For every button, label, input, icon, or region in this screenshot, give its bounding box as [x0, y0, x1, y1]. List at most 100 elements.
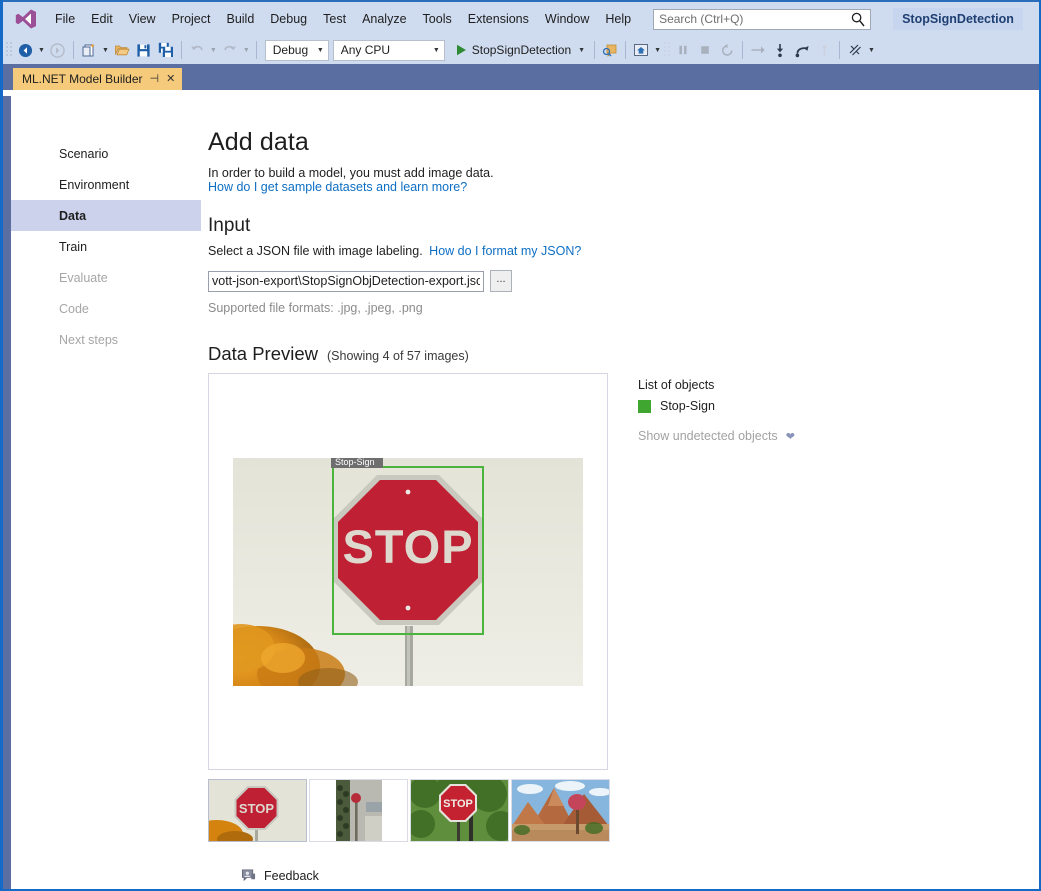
objects-heading: List of objects: [638, 378, 795, 392]
chevron-down-icon: ▼: [433, 47, 440, 54]
step-over-icon[interactable]: [747, 39, 769, 61]
data-preview-header: Data Preview (Showing 4 of 57 images): [208, 343, 1039, 365]
live-share-icon[interactable]: [599, 39, 621, 61]
thumbnail-stop-sign-canyon[interactable]: [511, 779, 610, 842]
thumbnail-strip: STOP: [208, 779, 1039, 842]
menu-tools[interactable]: Tools: [415, 8, 460, 30]
menu-test[interactable]: Test: [315, 8, 354, 30]
toolbar-separator: [256, 41, 257, 59]
object-color-swatch: [638, 400, 651, 413]
sidebar-item-data[interactable]: Data: [11, 200, 201, 231]
page-description: In order to build a model, you must add …: [208, 166, 1039, 180]
menu-analyze[interactable]: Analyze: [354, 8, 414, 30]
svg-text:Stop-Sign: Stop-Sign: [335, 458, 375, 467]
sidebar-item-scenario[interactable]: Scenario: [11, 138, 201, 169]
feedback-icon: [241, 868, 256, 883]
run-dropdown-caret[interactable]: ▼: [578, 47, 585, 54]
sidebar-item-code: Code: [11, 293, 201, 324]
toolbar-separator: [625, 41, 626, 59]
thumbnail-stop-sign-street[interactable]: [309, 779, 408, 842]
navigate-back-icon[interactable]: [14, 39, 36, 61]
tab-ml-net-model-builder[interactable]: ML.NET Model Builder ⊣ ✕: [13, 68, 182, 90]
json-format-link[interactable]: How do I format my JSON?: [429, 244, 581, 258]
input-section-heading: Input: [208, 215, 1039, 237]
svg-text:STOP: STOP: [239, 801, 274, 816]
step-up-icon[interactable]: [813, 39, 835, 61]
search-input[interactable]: [654, 12, 844, 26]
menu-project[interactable]: Project: [164, 8, 219, 30]
new-project-icon[interactable]: [78, 39, 100, 61]
platform-dropdown[interactable]: Any CPU ▼: [333, 40, 445, 61]
preview-area: STOP Stop-Sign Stop-Sign List of objects: [208, 373, 1039, 770]
input-description: Select a JSON file with image labeling.: [208, 244, 423, 258]
redo-icon[interactable]: [219, 39, 241, 61]
menu-help[interactable]: Help: [597, 8, 639, 30]
preview-image: STOP Stop-Sign Stop-Sign: [233, 458, 583, 686]
visual-studio-logo: [11, 7, 41, 31]
menu-view[interactable]: View: [121, 8, 164, 30]
close-icon[interactable]: ✕: [166, 74, 175, 85]
sidebar-item-train[interactable]: Train: [11, 231, 201, 262]
new-project-dropdown-caret[interactable]: ▼: [102, 47, 109, 54]
sidebar-item-next-steps: Next steps: [11, 324, 201, 355]
tab-label: ML.NET Model Builder: [22, 72, 143, 86]
file-path-row: ...: [208, 270, 1039, 292]
object-list-item[interactable]: Stop-Sign: [638, 399, 795, 413]
start-debugging-button[interactable]: StopSignDetection ▼: [453, 41, 590, 59]
hot-reload-icon[interactable]: [844, 39, 866, 61]
select-element-icon[interactable]: [630, 39, 652, 61]
open-folder-icon[interactable]: [111, 39, 133, 61]
toolbar-grip[interactable]: [663, 41, 672, 59]
page-title: Add data: [208, 128, 1039, 157]
sidebar-item-environment[interactable]: Environment: [11, 169, 201, 200]
toolbar-grip[interactable]: [5, 41, 14, 59]
navigate-forward-icon[interactable]: [47, 39, 69, 61]
pause-icon[interactable]: [672, 39, 694, 61]
search-box[interactable]: [653, 9, 871, 30]
visual-studio-window: File Edit View Project Build Debug Test …: [0, 0, 1041, 891]
save-all-icon[interactable]: [155, 39, 177, 61]
menu-window[interactable]: Window: [537, 8, 597, 30]
menu-debug[interactable]: Debug: [262, 8, 315, 30]
pin-icon[interactable]: ⊣: [150, 74, 160, 85]
chevron-down-icon: ▼: [317, 47, 324, 54]
run-target-label: StopSignDetection: [472, 43, 571, 57]
undo-dropdown-caret[interactable]: ▼: [210, 47, 217, 54]
standard-toolbar: ▼ ▼: [3, 36, 1039, 64]
browse-button[interactable]: ...: [490, 270, 512, 292]
feedback-button[interactable]: Feedback: [241, 868, 319, 883]
menu-edit[interactable]: Edit: [83, 8, 121, 30]
configuration-value: Debug: [273, 43, 308, 57]
sample-datasets-link[interactable]: How do I get sample datasets and learn m…: [208, 180, 1039, 194]
step-navigation-sidebar: Scenario Environment Data Train Evaluate…: [11, 96, 201, 889]
undo-icon[interactable]: [186, 39, 208, 61]
step-into-icon[interactable]: [769, 39, 791, 61]
json-path-input[interactable]: [208, 271, 484, 292]
step-out-icon[interactable]: [791, 39, 813, 61]
save-icon[interactable]: [133, 39, 155, 61]
platform-value: Any CPU: [341, 43, 390, 57]
show-undetected-objects-toggle[interactable]: Show undetected objects ❤: [638, 429, 795, 443]
menu-bar: File Edit View Project Build Debug Test …: [3, 0, 1039, 36]
preview-dropdown-caret[interactable]: ▼: [654, 47, 661, 54]
add-data-panel: Add data In order to build a model, you …: [201, 96, 1039, 889]
configuration-dropdown[interactable]: Debug ▼: [265, 40, 329, 61]
thumbnail-stop-sign-trees[interactable]: STOP: [410, 779, 509, 842]
data-preview-count: (Showing 4 of 57 images): [327, 349, 469, 363]
supported-formats-hint: Supported file formats: .jpg, .jpeg, .pn…: [208, 301, 1039, 315]
restart-icon[interactable]: [716, 39, 738, 61]
project-name-badge[interactable]: StopSignDetection: [893, 8, 1023, 30]
menu-build[interactable]: Build: [218, 8, 262, 30]
menu-file[interactable]: File: [47, 8, 83, 30]
svg-text:STOP: STOP: [342, 520, 473, 573]
toolbar-separator: [594, 41, 595, 59]
menu-extensions[interactable]: Extensions: [460, 8, 537, 30]
toolbar-overflow-caret[interactable]: ▼: [868, 47, 875, 54]
redo-dropdown-caret[interactable]: ▼: [243, 47, 250, 54]
thumbnail-stop-sign-autumn[interactable]: STOP: [208, 779, 307, 842]
back-dropdown-caret[interactable]: ▼: [38, 47, 45, 54]
model-builder-workspace: Scenario Environment Data Train Evaluate…: [3, 96, 1039, 889]
search-icon: [851, 12, 865, 32]
stop-icon[interactable]: [694, 39, 716, 61]
objects-panel: List of objects Stop-Sign Show undetecte…: [638, 373, 795, 770]
